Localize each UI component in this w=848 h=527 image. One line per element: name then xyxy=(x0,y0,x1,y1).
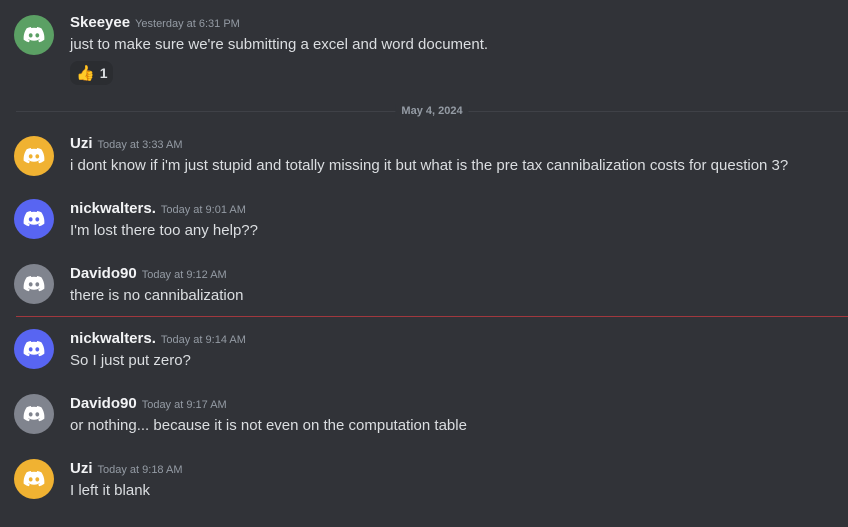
avatar[interactable] xyxy=(14,15,54,55)
username[interactable]: Uzi xyxy=(70,135,93,152)
username[interactable]: nickwalters. xyxy=(70,330,156,347)
message-content: just to make sure we're submitting a exc… xyxy=(70,36,489,53)
discord-logo-icon xyxy=(23,406,45,422)
avatar[interactable] xyxy=(14,199,54,239)
username[interactable]: Uzi xyxy=(70,460,93,477)
thumbs-up-icon: 👍 xyxy=(76,64,95,82)
timestamp[interactable]: Today at 3:33 AM xyxy=(98,139,183,151)
username[interactable]: nickwalters. xyxy=(70,200,156,217)
new-messages-divider xyxy=(16,316,848,317)
date-divider-label: May 4, 2024 xyxy=(395,104,469,118)
timestamp[interactable]: Today at 9:01 AM xyxy=(161,204,246,216)
discord-logo-icon xyxy=(23,148,45,164)
avatar[interactable] xyxy=(14,136,54,176)
message-header: Davido90 Today at 9:17 AM xyxy=(70,394,227,415)
timestamp[interactable]: Today at 9:14 AM xyxy=(161,334,246,346)
timestamp[interactable]: Today at 9:17 AM xyxy=(142,399,227,411)
discord-logo-icon xyxy=(23,276,45,292)
message-header: Skeeyee Yesterday at 6:31 PM xyxy=(70,13,240,34)
username[interactable]: Davido90 xyxy=(70,395,137,412)
message-header: nickwalters. Today at 9:14 AM xyxy=(70,329,246,350)
message-header: nickwalters. Today at 9:01 AM xyxy=(70,199,246,220)
message-content: i dont know if i'm just stupid and total… xyxy=(70,157,789,174)
avatar[interactable] xyxy=(14,394,54,434)
username[interactable]: Skeeyee xyxy=(70,14,130,31)
avatar[interactable] xyxy=(14,264,54,304)
message-content: there is no cannibalization xyxy=(70,287,244,304)
username[interactable]: Davido90 xyxy=(70,265,137,282)
timestamp[interactable]: Yesterday at 6:31 PM xyxy=(135,18,240,30)
message-content: I'm lost there too any help?? xyxy=(70,222,258,239)
avatar[interactable] xyxy=(14,459,54,499)
timestamp[interactable]: Today at 9:12 AM xyxy=(142,269,227,281)
discord-logo-icon xyxy=(23,341,45,357)
discord-logo-icon xyxy=(23,471,45,487)
message-content: So I just put zero? xyxy=(70,352,191,369)
discord-logo-icon xyxy=(23,27,45,43)
message-header: Davido90 Today at 9:12 AM xyxy=(70,264,227,285)
timestamp[interactable]: Today at 9:18 AM xyxy=(98,464,183,476)
message-header: Uzi Today at 3:33 AM xyxy=(70,134,183,155)
message-content: or nothing... because it is not even on … xyxy=(70,417,467,434)
avatar[interactable] xyxy=(14,329,54,369)
message-content: I left it blank xyxy=(70,482,151,499)
reaction-button[interactable]: 👍 1 xyxy=(70,61,114,85)
message-header: Uzi Today at 9:18 AM xyxy=(70,459,183,480)
date-divider: May 4, 2024 xyxy=(16,104,848,118)
reaction-count: 1 xyxy=(99,65,108,81)
discord-logo-icon xyxy=(23,211,45,227)
